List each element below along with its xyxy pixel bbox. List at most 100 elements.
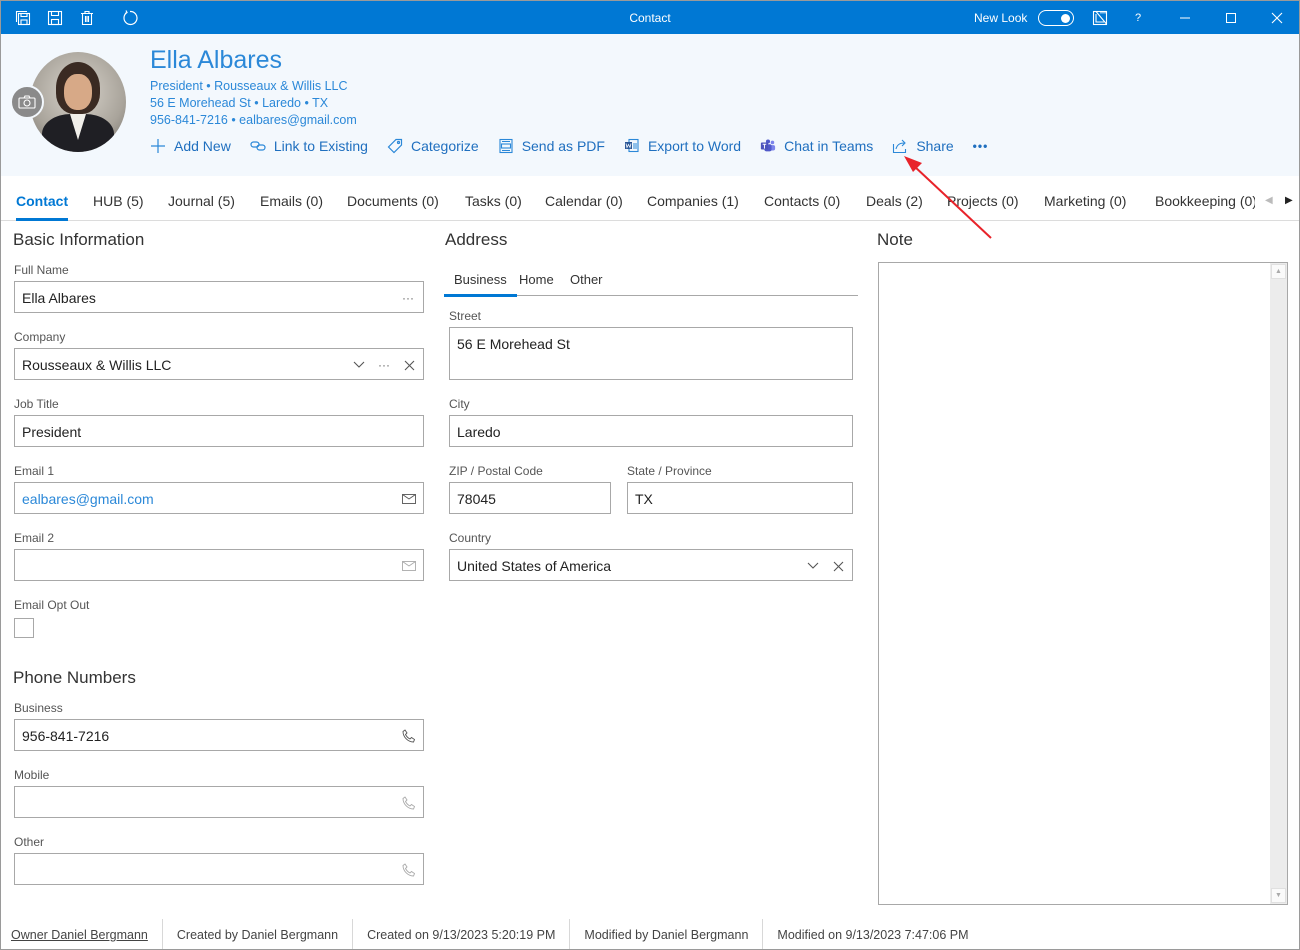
zip-label: ZIP / Postal Code — [449, 464, 543, 478]
company-field[interactable]: Rousseaux & Willis LLC ··· — [14, 348, 424, 380]
ellipsis-icon[interactable]: ··· — [402, 290, 414, 306]
tab-scroll-right-icon[interactable]: ▶ — [1285, 195, 1293, 206]
job-title-value: President — [22, 424, 82, 440]
tab-bookkeeping[interactable]: Bookkeeping (0) — [1155, 193, 1255, 209]
modified-by: Modified by Daniel Bergmann — [570, 919, 764, 949]
created-by: Created by Daniel Bergmann — [163, 919, 354, 949]
record-tabs: Contact HUB (5) Journal (5) Emails (0) D… — [1, 176, 1299, 221]
country-label: Country — [449, 531, 492, 545]
send-as-pdf-label: Send as PDF — [521, 138, 605, 154]
minimize-icon — [1180, 17, 1190, 19]
address-tab-home[interactable]: Home — [519, 272, 554, 287]
clear-icon[interactable] — [404, 357, 415, 373]
tab-marketing[interactable]: Marketing (0) — [1044, 193, 1126, 209]
change-photo-button[interactable] — [10, 85, 44, 119]
address-tab-other[interactable]: Other — [570, 272, 603, 287]
city-value: Laredo — [457, 424, 501, 440]
tab-companies[interactable]: Companies (1) — [647, 193, 739, 209]
other-phone-label: Other — [14, 835, 45, 849]
header-address[interactable]: 56 E Morehead St • Laredo • TX — [150, 96, 328, 110]
created-on: Created on 9/13/2023 5:20:19 PM — [353, 919, 571, 949]
phone-icon[interactable] — [402, 795, 416, 811]
ruler-icon[interactable] — [1090, 8, 1110, 28]
maximize-icon — [1226, 13, 1236, 23]
chevron-down-icon[interactable] — [807, 558, 819, 574]
header-job-company[interactable]: President • Rousseaux & Willis LLC — [150, 79, 348, 93]
email1-field[interactable]: ealbares@gmail.com — [14, 482, 424, 514]
link-to-existing-button[interactable]: Link to Existing — [250, 138, 368, 154]
state-value: TX — [635, 491, 653, 507]
note-textarea[interactable]: ▲ ▼ — [878, 262, 1288, 905]
export-to-word-button[interactable]: Export to Word — [624, 138, 741, 154]
minimize-button[interactable] — [1176, 9, 1194, 27]
title-bar: Contact New Look ? — [1, 1, 1299, 34]
clear-icon[interactable] — [833, 558, 844, 574]
scroll-up-icon[interactable]: ▲ — [1271, 264, 1286, 279]
chat-in-teams-button[interactable]: Chat in Teams — [760, 138, 873, 154]
country-value: United States of America — [457, 558, 612, 574]
owner-link[interactable]: Owner Daniel Bergmann — [1, 919, 163, 949]
categorize-button[interactable]: Categorize — [387, 138, 479, 154]
word-icon — [624, 138, 640, 154]
phone-icon[interactable] — [402, 862, 416, 878]
avatar[interactable] — [30, 52, 126, 152]
mail-icon[interactable] — [402, 558, 416, 574]
city-label: City — [449, 397, 470, 411]
chat-in-teams-label: Chat in Teams — [784, 138, 874, 154]
full-name-field[interactable]: Ella Albares ··· — [14, 281, 424, 313]
tab-tasks[interactable]: Tasks (0) — [465, 193, 522, 209]
contact-header: Ella Albares President • Rousseaux & Wil… — [1, 34, 1299, 176]
close-button[interactable] — [1268, 9, 1286, 27]
scroll-down-icon[interactable]: ▼ — [1271, 888, 1286, 903]
mail-icon[interactable] — [402, 491, 416, 507]
job-title-field[interactable]: President — [14, 415, 424, 447]
send-as-pdf-button[interactable]: Send as PDF — [498, 138, 605, 154]
tab-emails[interactable]: Emails (0) — [260, 193, 323, 209]
modified-on: Modified on 9/13/2023 7:47:06 PM — [777, 928, 969, 942]
tab-journal[interactable]: Journal (5) — [168, 193, 235, 209]
add-new-label: Add New — [174, 138, 231, 154]
more-actions-button[interactable]: ••• — [973, 139, 989, 153]
share-button[interactable]: Share — [892, 138, 954, 154]
help-button[interactable]: ? — [1129, 9, 1147, 27]
zip-field[interactable]: 78045 — [449, 482, 611, 514]
export-to-word-label: Export to Word — [647, 138, 742, 154]
action-bar: Add New Link to Existing Categorize Send… — [150, 138, 1007, 154]
camera-icon — [18, 95, 36, 109]
country-field[interactable]: United States of America — [449, 549, 853, 581]
plus-icon — [150, 138, 166, 154]
email2-field[interactable] — [14, 549, 424, 581]
basic-info-title: Basic Information — [13, 230, 145, 249]
tab-hub[interactable]: HUB (5) — [93, 193, 144, 209]
pdf-icon — [498, 138, 514, 154]
street-field[interactable]: 56 E Morehead St — [449, 327, 853, 380]
zip-value: 78045 — [457, 491, 496, 507]
phone-icon[interactable] — [402, 728, 416, 744]
tab-deals[interactable]: Deals (2) — [866, 193, 923, 209]
tab-documents[interactable]: Documents (0) — [347, 193, 439, 209]
tab-contact[interactable]: Contact — [16, 193, 69, 221]
tab-contacts[interactable]: Contacts (0) — [764, 193, 840, 209]
teams-icon — [760, 138, 776, 154]
email-opt-out-checkbox[interactable] — [14, 618, 34, 638]
toggle-knob — [1061, 13, 1070, 23]
link-to-existing-label: Link to Existing — [273, 138, 368, 154]
business-phone-field[interactable]: 956-841-7216 — [14, 719, 424, 751]
tab-projects[interactable]: Projects (0) — [947, 193, 1019, 209]
header-phone-email[interactable]: 956-841-7216 • ealbares@gmail.com — [150, 113, 357, 127]
note-scrollbar[interactable]: ▲ ▼ — [1270, 263, 1287, 904]
tab-scroll-left-icon[interactable]: ◀ — [1265, 195, 1273, 206]
mobile-phone-field[interactable] — [14, 786, 424, 818]
city-field[interactable]: Laredo — [449, 415, 853, 447]
maximize-button[interactable] — [1222, 9, 1240, 27]
mobile-phone-label: Mobile — [14, 768, 50, 782]
state-field[interactable]: TX — [627, 482, 853, 514]
new-look-toggle[interactable] — [1038, 10, 1074, 26]
add-new-button[interactable]: Add New — [150, 138, 231, 154]
other-phone-field[interactable] — [14, 853, 424, 885]
email1-value[interactable]: ealbares@gmail.com — [22, 491, 154, 507]
tab-calendar[interactable]: Calendar (0) — [545, 193, 623, 209]
address-tab-business[interactable]: Business — [444, 272, 517, 297]
ellipsis-icon[interactable]: ··· — [378, 357, 390, 373]
chevron-down-icon[interactable] — [353, 357, 365, 373]
